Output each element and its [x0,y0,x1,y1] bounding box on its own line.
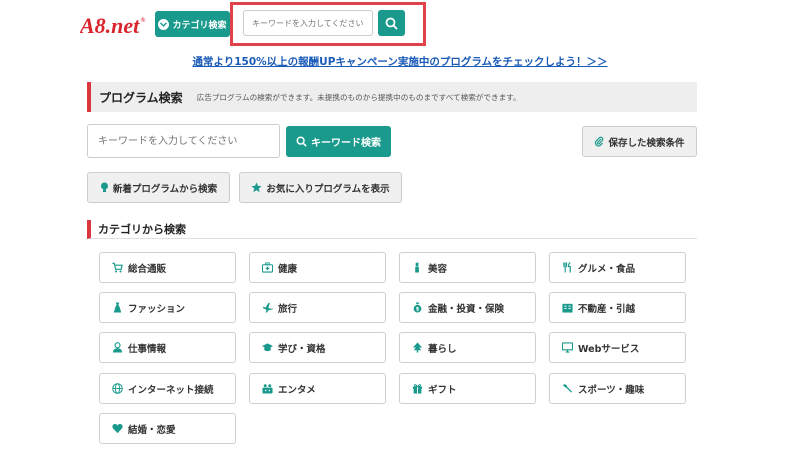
new-programs-button[interactable]: 新着プログラムから検索 [87,172,230,203]
category-label: ギフト [428,384,457,396]
category-tile-fashion[interactable]: ファッション [99,292,236,323]
category-label: スポーツ・趣味 [578,384,645,396]
category-label: ファッション [128,303,186,315]
favorite-programs-button[interactable]: お気に入りプログラムを表示 [239,172,402,203]
category-tile-gift[interactable]: ギフト [399,373,536,404]
heart-icon [112,423,123,434]
dress-icon [112,302,123,313]
chevron-down-icon [158,18,170,30]
category-search-heading: カテゴリから検索 [98,223,186,236]
category-tile-travel[interactable]: 旅行 [249,292,386,323]
category-label: エンタメ [278,384,316,396]
building-icon [562,302,573,313]
person-icon [112,342,123,353]
logo-text: A8.net [80,13,140,38]
category-tile-living[interactable]: 暮らし [399,332,536,363]
header-search-button[interactable] [378,10,405,36]
category-label: Webサービス [578,343,640,355]
favorite-programs-label: お気に入りプログラムを表示 [266,183,390,195]
category-label: 仕事情報 [128,343,167,355]
category-tile-jobs[interactable]: 仕事情報 [99,332,236,363]
category-grid: 総合通販 健康 美容 グルメ・食品 ファッション 旅行 $ 金融・投資・保険 不… [99,252,686,444]
category-label: 旅行 [278,303,298,315]
search-icon [385,17,398,30]
plane-icon [262,302,273,313]
first-aid-icon [262,262,273,273]
header-search-input[interactable] [243,10,373,36]
cart-icon [112,262,123,273]
svg-text:$: $ [416,307,420,313]
category-label: インターネット接続 [128,384,214,396]
campaign-link[interactable]: 通常より150%以上の報酬UPキャンペーン実施中のプログラムをチェックしよう！＞… [0,54,800,69]
category-tile-finance[interactable]: $ 金融・投資・保険 [399,292,536,323]
category-tile-health[interactable]: 健康 [249,252,386,283]
logo-mark: ® [140,17,146,24]
wrench-icon [562,383,573,394]
category-tile-entertainment[interactable]: エンタメ [249,373,386,404]
gift-icon [412,383,423,394]
category-tile-marriage-romance[interactable]: 結婚・恋愛 [99,413,236,444]
category-label: 学び・資格 [278,343,326,355]
paperclip-icon [594,136,604,147]
lightbulb-icon [100,182,109,193]
category-label: 不動産・引越 [578,303,636,315]
game-icon [262,383,273,394]
category-search-label: カテゴリ検索 [172,20,227,31]
category-tile-general-shopping[interactable]: 総合通販 [99,252,236,283]
saved-search-label: 保存した検索条件 [608,137,685,149]
category-tile-gourmet[interactable]: グルメ・食品 [549,252,686,283]
category-label: グルメ・食品 [578,263,636,275]
category-label: 健康 [278,263,298,275]
category-tile-web-services[interactable]: Webサービス [549,332,686,363]
keyword-search-label: キーワード検索 [311,138,381,149]
category-tile-sports-hobby[interactable]: スポーツ・趣味 [549,373,686,404]
category-label: 結婚・恋愛 [128,424,176,436]
program-search-title: プログラム検索 [99,90,183,105]
keyword-search-input[interactable] [87,124,280,158]
category-search-button[interactable]: カテゴリ検索 [155,11,230,37]
star-icon [251,182,262,193]
utensils-icon [562,262,573,273]
category-label: 金融・投資・保険 [428,303,505,315]
search-icon [296,136,307,147]
category-tile-internet[interactable]: インターネット接続 [99,373,236,404]
lipstick-icon [412,262,423,273]
category-search-title: カテゴリから検索 [87,220,697,239]
category-tile-learning[interactable]: 学び・資格 [249,332,386,363]
category-tile-real-estate[interactable]: 不動産・引越 [549,292,686,323]
program-search-header: プログラム検索 広告プログラムの検索ができます。未提携のものから提携中のものまで… [87,82,697,112]
a8net-logo[interactable]: A8.net ® [80,12,146,38]
house-tree-icon [412,342,423,353]
new-programs-label: 新着プログラムから検索 [112,183,218,195]
keyword-search-button[interactable]: キーワード検索 [286,126,391,157]
category-label: 暮らし [428,343,457,355]
grad-cap-icon [262,342,273,353]
category-tile-beauty[interactable]: 美容 [399,252,536,283]
category-label: 美容 [428,263,448,275]
monitor-icon [562,342,573,353]
money-bag-icon: $ [412,302,423,313]
program-search-description: 広告プログラムの検索ができます。未提携のものから提携中のものまですべて検索ができ… [196,92,521,102]
saved-search-conditions-button[interactable]: 保存した検索条件 [582,126,697,157]
globe-icon [112,383,123,394]
category-label: 総合通販 [128,263,167,275]
